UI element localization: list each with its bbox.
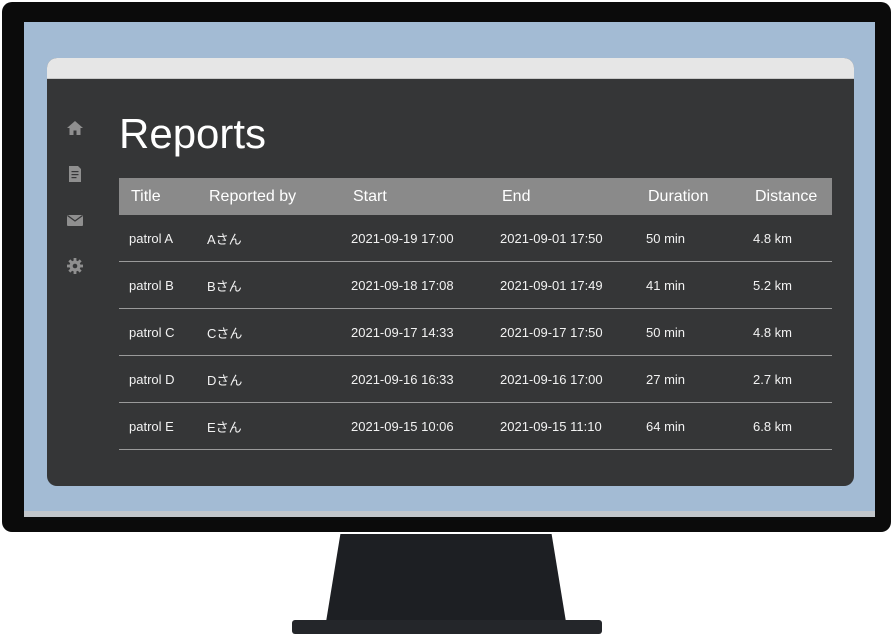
cell-start: 2021-09-19 17:00	[341, 215, 490, 262]
monitor-stand-base	[292, 620, 602, 634]
cell-duration: 41 min	[636, 261, 743, 309]
cell-start: 2021-09-16 16:33	[341, 355, 490, 403]
cell-title: patrol A	[119, 215, 197, 262]
cell-start: 2021-09-17 14:33	[341, 308, 490, 356]
cell-duration: 27 min	[636, 355, 743, 403]
cell-start: 2021-09-15 10:06	[341, 402, 490, 450]
cell-title: patrol B	[119, 261, 197, 309]
cell-reported-by: Dさん	[197, 355, 341, 403]
table-row[interactable]: patrol B Bさん 2021-09-18 17:08 2021-09-01…	[119, 261, 832, 309]
cell-distance: 6.8 km	[743, 402, 832, 450]
cell-end: 2021-09-16 17:00	[490, 355, 636, 403]
document-icon[interactable]	[65, 164, 85, 184]
cell-start: 2021-09-18 17:08	[341, 261, 490, 309]
cell-reported-by: Eさん	[197, 402, 341, 450]
cell-distance: 4.8 km	[743, 308, 832, 356]
table-row[interactable]: patrol A Aさん 2021-09-19 17:00 2021-09-01…	[119, 215, 832, 262]
cell-distance: 4.8 km	[743, 215, 832, 262]
cell-reported-by: Aさん	[197, 215, 341, 262]
cell-reported-by: Bさん	[197, 261, 341, 309]
app-window: Reports Title Reported by Start End Dura…	[47, 58, 854, 486]
table-row[interactable]: patrol E Eさん 2021-09-15 10:06 2021-09-15…	[119, 402, 832, 450]
cell-title: patrol D	[119, 355, 197, 403]
monitor-stand-neck	[326, 534, 566, 622]
cell-title: patrol E	[119, 402, 197, 450]
screen: Reports Title Reported by Start End Dura…	[24, 22, 875, 517]
table-row[interactable]: patrol C Cさん 2021-09-17 14:33 2021-09-17…	[119, 308, 832, 356]
column-header-distance[interactable]: Distance	[743, 178, 832, 215]
cell-reported-by: Cさん	[197, 308, 341, 356]
monitor-frame: Reports Title Reported by Start End Dura…	[2, 2, 891, 532]
cell-end: 2021-09-17 17:50	[490, 308, 636, 356]
column-header-start[interactable]: Start	[341, 178, 490, 215]
cell-duration: 64 min	[636, 402, 743, 450]
cell-end: 2021-09-01 17:49	[490, 261, 636, 309]
cell-end: 2021-09-01 17:50	[490, 215, 636, 262]
cell-end: 2021-09-15 11:10	[490, 402, 636, 450]
column-header-reported-by[interactable]: Reported by	[197, 178, 341, 215]
column-header-title[interactable]: Title	[119, 178, 197, 215]
gear-icon[interactable]	[65, 256, 85, 276]
cell-distance: 5.2 km	[743, 261, 832, 309]
table-header-row: Title Reported by Start End Duration Dis…	[119, 178, 832, 215]
cell-duration: 50 min	[636, 308, 743, 356]
home-icon[interactable]	[65, 118, 85, 138]
cell-title: patrol C	[119, 308, 197, 356]
page-title: Reports	[119, 110, 267, 157]
reports-table: Title Reported by Start End Duration Dis…	[119, 178, 832, 450]
table-row[interactable]: patrol D Dさん 2021-09-16 16:33 2021-09-16…	[119, 355, 832, 403]
screen-bottom-bezel	[24, 511, 875, 517]
cell-duration: 50 min	[636, 215, 743, 262]
sidebar	[65, 118, 85, 302]
mail-icon[interactable]	[65, 210, 85, 230]
window-titlebar[interactable]	[47, 58, 854, 79]
cell-distance: 2.7 km	[743, 355, 832, 403]
column-header-end[interactable]: End	[490, 178, 636, 215]
column-header-duration[interactable]: Duration	[636, 178, 743, 215]
